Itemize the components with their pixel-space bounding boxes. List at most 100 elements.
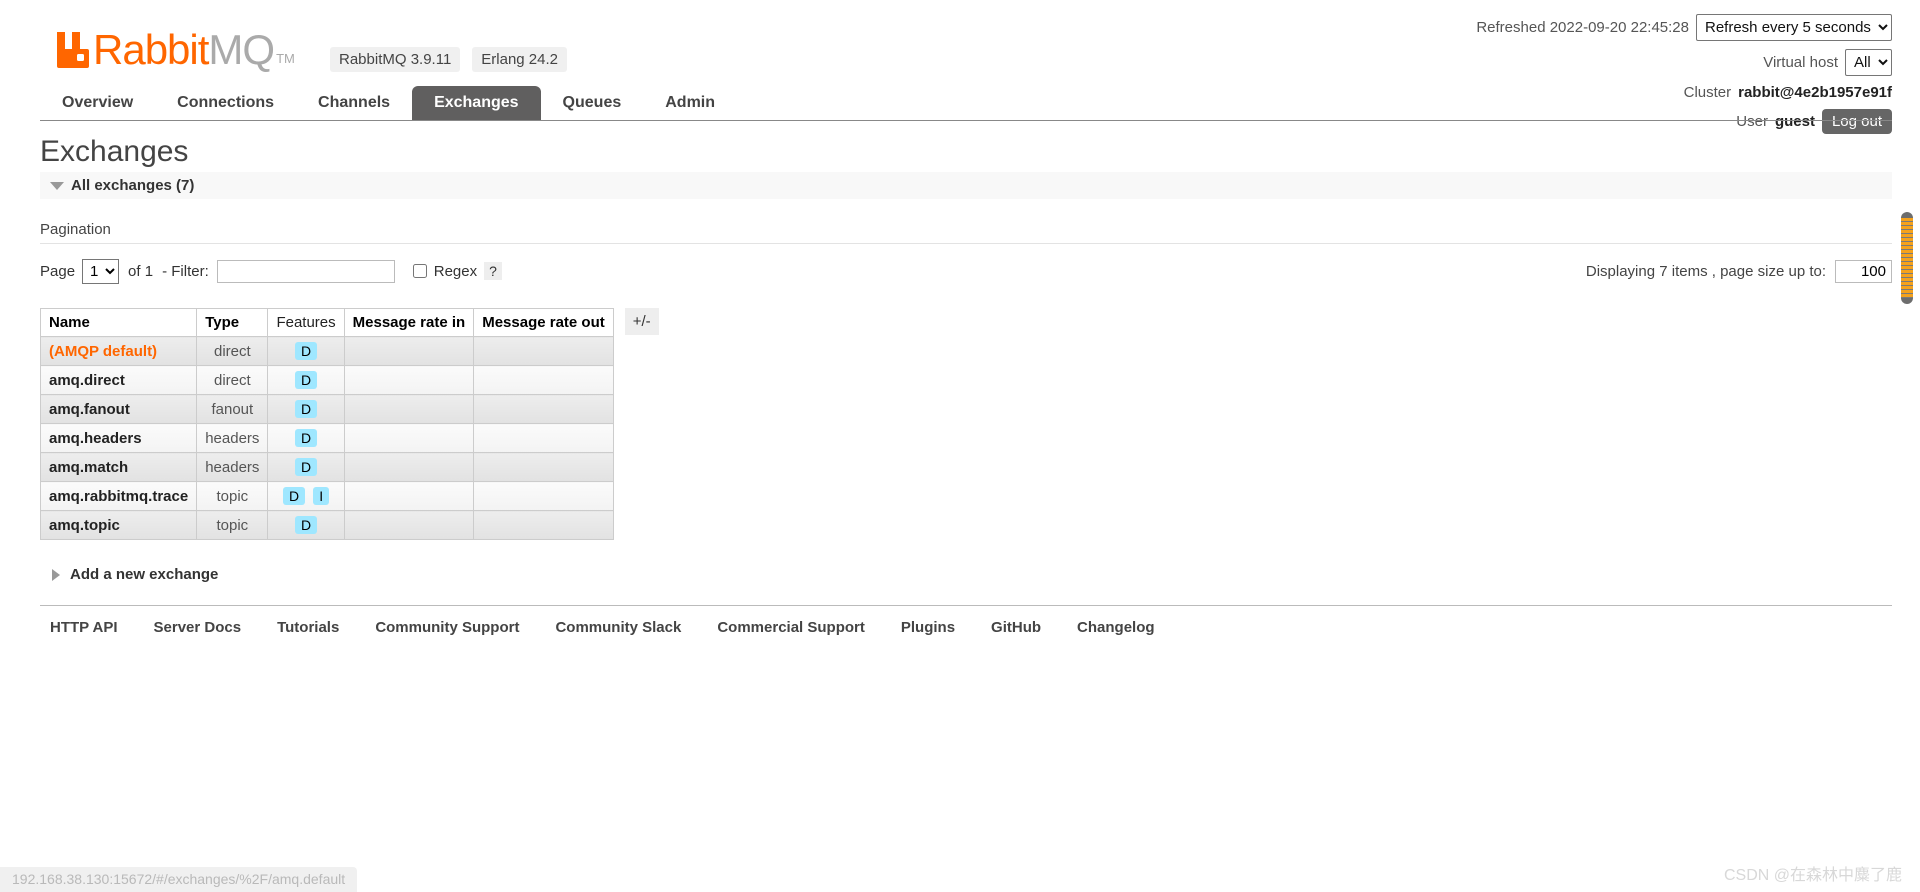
- displaying-info: Displaying 7 items , page size up to:: [1586, 259, 1892, 283]
- footer-link-plugins[interactable]: Plugins: [901, 619, 955, 636]
- exchange-type-cell: headers: [196, 423, 269, 453]
- footer-link-http-api[interactable]: HTTP API: [50, 619, 118, 636]
- exchange-name-cell[interactable]: amq.topic: [39, 510, 198, 540]
- feature-badge-durable[interactable]: D: [294, 371, 318, 389]
- exchange-name-link[interactable]: amq.topic: [49, 517, 120, 534]
- message-rate-in-cell: [343, 423, 475, 453]
- vhost-label: Virtual host: [1763, 54, 1838, 71]
- nav-tab-overview[interactable]: Overview: [40, 86, 155, 120]
- table-header-row: Name Type Features Message rate in Messa…: [39, 308, 614, 337]
- badge-rabbitmq-version: RabbitMQ 3.9.11: [330, 47, 461, 72]
- nav-tab-admin[interactable]: Admin: [643, 86, 737, 120]
- exchange-type-cell: topic: [196, 481, 269, 511]
- message-rate-out-cell: [473, 365, 614, 395]
- exchange-name-link[interactable]: (AMQP default): [49, 343, 157, 360]
- page-label: Page: [40, 262, 76, 280]
- column-header-name[interactable]: Name: [39, 308, 198, 337]
- message-rate-in-cell: [343, 452, 475, 482]
- message-rate-in-cell: [343, 336, 475, 366]
- rabbitmq-logo[interactable]: RabbitMQ TM: [55, 29, 295, 71]
- page-number-select[interactable]: 1: [82, 258, 120, 284]
- footer-link-commercial-support[interactable]: Commercial Support: [717, 619, 865, 636]
- header-right-controls: Refreshed 2022-09-20 22:45:28 Refresh ev…: [1476, 14, 1892, 142]
- exchange-name-link[interactable]: amq.match: [49, 459, 128, 476]
- exchanges-table: Name Type Features Message rate in Messa…: [39, 308, 614, 540]
- nav-tab-exchanges[interactable]: Exchanges: [412, 86, 541, 120]
- browser-status-bar: 192.168.38.130:15672/#/exchanges/%2F/amq…: [0, 867, 358, 892]
- exchange-name-cell[interactable]: (AMQP default): [39, 336, 198, 366]
- table-body: (AMQP default) direct D amq.direct direc…: [39, 336, 614, 540]
- exchange-type-cell: direct: [196, 336, 269, 366]
- exchange-type-cell: topic: [196, 510, 269, 540]
- table-row[interactable]: amq.match headers D: [39, 452, 614, 482]
- exchange-name-cell[interactable]: amq.headers: [39, 423, 198, 453]
- footer-link-community-support[interactable]: Community Support: [375, 619, 519, 636]
- watermark-text: CSDN @在森林中麋了鹿: [1723, 867, 1902, 884]
- regex-toggle[interactable]: Regex ?: [412, 262, 502, 280]
- feature-badge-durable[interactable]: D: [294, 400, 318, 418]
- footer-link-tutorials[interactable]: Tutorials: [277, 619, 339, 636]
- regex-checkbox[interactable]: [412, 264, 427, 278]
- column-header-message-rate-in[interactable]: Message rate in: [343, 308, 475, 337]
- exchange-name-link[interactable]: amq.headers: [49, 430, 142, 447]
- table-row[interactable]: amq.topic topic D: [39, 510, 614, 540]
- help-icon[interactable]: ?: [484, 262, 502, 280]
- logo-trademark: TM: [276, 51, 295, 66]
- add-new-exchange-label: Add a new exchange: [70, 566, 219, 583]
- feature-badge-internal[interactable]: I: [313, 487, 330, 505]
- pagination-heading: Pagination: [40, 221, 1892, 244]
- page-scrollbar[interactable]: [1900, 0, 1914, 892]
- message-rate-out-cell: [473, 394, 614, 424]
- nav-tab-connections[interactable]: Connections: [155, 86, 296, 120]
- exchange-name-cell[interactable]: amq.direct: [39, 365, 198, 395]
- table-row[interactable]: amq.direct direct D: [39, 365, 614, 395]
- table-row[interactable]: amq.rabbitmq.trace topic D I: [39, 481, 614, 511]
- exchange-name-link[interactable]: amq.rabbitmq.trace: [49, 488, 188, 505]
- main-content: Exchanges All exchanges (7) Pagination P…: [39, 135, 1892, 636]
- table-row[interactable]: amq.fanout fanout D: [39, 394, 614, 424]
- rabbitmq-logo-icon: [55, 30, 89, 70]
- table-row[interactable]: (AMQP default) direct D: [39, 336, 614, 366]
- nav-tab-queues[interactable]: Queues: [541, 86, 644, 120]
- exchange-name-link[interactable]: amq.fanout: [49, 401, 130, 418]
- column-header-type[interactable]: Type: [196, 308, 269, 337]
- logo-text-mq: MQ: [208, 26, 275, 73]
- all-exchanges-section-header[interactable]: All exchanges (7): [40, 172, 1892, 199]
- exchange-features-cell: D: [267, 510, 345, 540]
- exchange-features-cell: D I: [267, 481, 345, 511]
- message-rate-out-cell: [473, 481, 614, 511]
- footer-link-server-docs[interactable]: Server Docs: [154, 619, 242, 636]
- feature-badge-durable[interactable]: D: [294, 342, 318, 360]
- toggle-columns-button[interactable]: +/-: [624, 308, 659, 335]
- exchange-name-link[interactable]: amq.direct: [49, 372, 125, 389]
- pagination-controls: Page 1 of 1 - Filter: Regex ? Displaying…: [40, 258, 1892, 284]
- add-new-exchange-section[interactable]: Add a new exchange: [40, 566, 1892, 583]
- all-exchanges-label: All exchanges (7): [71, 177, 195, 194]
- footer-link-github[interactable]: GitHub: [991, 619, 1041, 636]
- column-header-message-rate-out[interactable]: Message rate out: [473, 308, 614, 337]
- filter-input[interactable]: [216, 259, 395, 283]
- refreshed-timestamp: Refreshed 2022-09-20 22:45:28: [1476, 19, 1689, 36]
- exchange-name-cell[interactable]: amq.rabbitmq.trace: [39, 481, 198, 511]
- exchange-name-cell[interactable]: amq.match: [39, 452, 198, 482]
- table-row[interactable]: amq.headers headers D: [39, 423, 614, 453]
- exchange-name-cell[interactable]: amq.fanout: [39, 394, 198, 424]
- filter-label: - Filter:: [162, 262, 209, 280]
- footer-link-changelog[interactable]: Changelog: [1077, 619, 1155, 636]
- exchange-type-cell: direct: [196, 365, 269, 395]
- page-size-input[interactable]: [1835, 259, 1892, 283]
- feature-badge-durable[interactable]: D: [294, 516, 318, 534]
- vhost-select[interactable]: All: [1845, 49, 1892, 76]
- scrollbar-thumb[interactable]: [1901, 212, 1913, 304]
- feature-badge-durable[interactable]: D: [294, 458, 318, 476]
- nav-tab-channels[interactable]: Channels: [296, 86, 412, 120]
- message-rate-out-cell: [473, 336, 614, 366]
- footer-link-community-slack[interactable]: Community Slack: [555, 619, 681, 636]
- version-badges: RabbitMQ 3.9.11 Erlang 24.2: [330, 47, 568, 72]
- feature-badge-durable[interactable]: D: [294, 429, 318, 447]
- exchanges-table-wrap: Name Type Features Message rate in Messa…: [39, 308, 1892, 540]
- badge-erlang-version: Erlang 24.2: [472, 47, 568, 72]
- vhost-row: Virtual host All: [1476, 49, 1892, 76]
- feature-badge-durable[interactable]: D: [282, 487, 306, 505]
- refresh-interval-select[interactable]: Refresh every 5 seconds: [1696, 14, 1892, 41]
